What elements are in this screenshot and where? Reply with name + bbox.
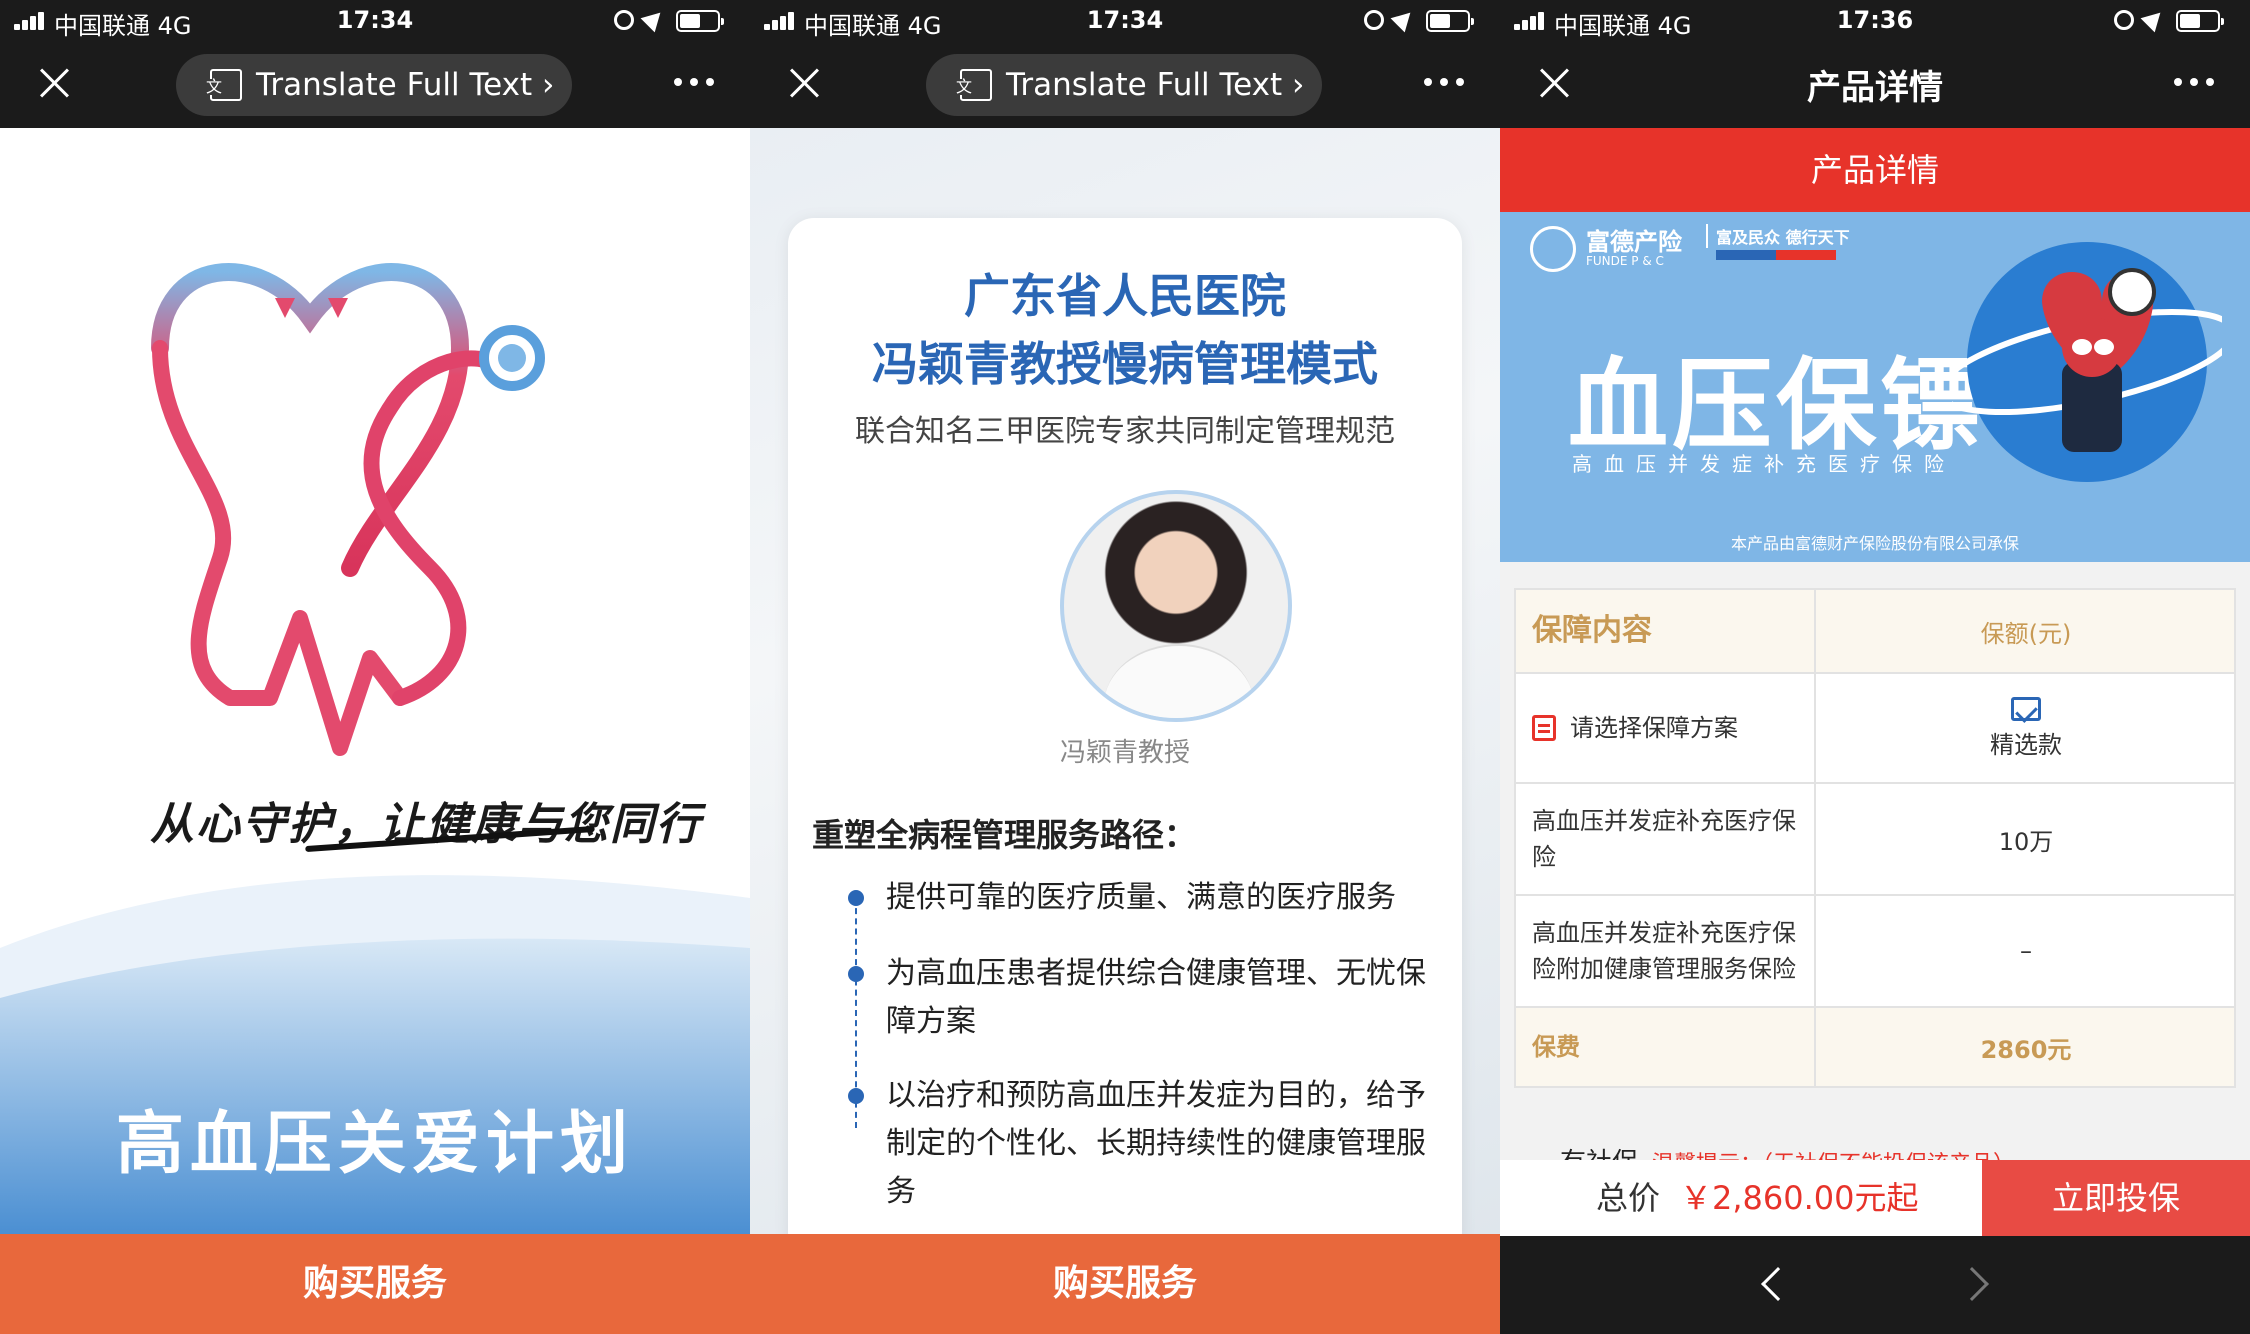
screen-product-detail: 中国联通 4G 17:36 产品详情 产品详情 富德产险 FUNDE P & C… (1500, 0, 2250, 1334)
calendar-icon (1532, 715, 1556, 741)
rotation-lock-icon (614, 10, 634, 30)
fee-label: 保费 (1516, 1008, 1816, 1086)
nav-title: 产品详情 (1807, 68, 1943, 108)
table-row[interactable]: 请选择保障方案 精选款 (1516, 674, 2234, 784)
card-subtitle: 联合知名三甲医院专家共同制定管理规范 (855, 414, 1395, 449)
translate-button[interactable]: Translate Full Text › (176, 54, 572, 116)
brand-name: 富德产险 (1586, 228, 1682, 256)
brand-subname: FUNDE P & C (1586, 254, 1664, 268)
status-bar: 中国联通 4G 17:36 (1500, 0, 2250, 40)
brand-slogan: 富及民众 德行天下 (1706, 224, 1850, 248)
brand-logo-icon (1530, 226, 1576, 272)
more-icon[interactable] (1424, 78, 1464, 88)
page-content: 从心守护，让健康与您同行 高血压关爱计划 (0, 128, 750, 1234)
location-icon (1390, 5, 1418, 33)
battery-icon (676, 10, 724, 32)
fee-row: 保费 2860元 (1516, 1008, 2234, 1086)
banner-note: 本产品由富德财产保险股份有限公司承保 (1730, 534, 2019, 553)
translate-label: Translate Full Text › (256, 67, 555, 103)
total-label: 总价 (1596, 1179, 1661, 1217)
buy-service-button[interactable]: 购买服务 (750, 1234, 1500, 1334)
rotation-lock-icon (2114, 10, 2134, 30)
insure-now-button[interactable]: 立即投保 (1982, 1160, 2250, 1236)
list-item: 以治疗和预防高血压并发症为目的，给予制定的个性化、长期持续性的健康管理服务 (886, 1078, 1426, 1209)
rotation-lock-icon (1364, 10, 1384, 30)
battery-icon (2176, 10, 2224, 32)
list-item: 为高血压患者提供综合健康管理、无忧保障方案 (886, 956, 1426, 1039)
table-header-cell: 保障内容 (1516, 590, 1816, 672)
bullet-dot (848, 890, 864, 906)
total-price: ￥2,860.00元起 (1680, 1179, 1919, 1217)
translate-button[interactable]: Translate Full Text › (926, 54, 1322, 116)
translate-label: Translate Full Text › (1006, 67, 1305, 103)
expert-card: 广东省人民医院 冯颖青教授慢病管理模式 联合知名三甲医院专家共同制定管理规范 冯… (788, 218, 1462, 1258)
brand-stripe (1716, 250, 1836, 260)
checkout-bar: 总价 ￥2,860.00元起 立即投保 (1500, 1160, 2250, 1236)
forward-arrow-icon[interactable] (1955, 1267, 1989, 1301)
location-icon (2140, 5, 2168, 33)
top-bar: 中国联通 4G 17:36 产品详情 (1500, 0, 2250, 128)
status-bar: 中国联通 4G 17:34 (0, 0, 750, 40)
screen-care-plan: 中国联通 4G 17:34 Translate Full Text › (0, 0, 750, 1334)
bullet-dot (848, 1088, 864, 1104)
nav-bar: 产品详情 (1500, 40, 2250, 128)
table-header-cell: 保额(元) (1980, 619, 2072, 648)
location-icon (640, 5, 668, 33)
model-title: 冯颖青教授慢病管理模式 (872, 337, 1378, 391)
plan-select-cell[interactable]: 请选择保障方案 (1516, 674, 1816, 782)
table-header-row: 保障内容 保额(元) (1516, 590, 2234, 674)
top-bar: 中国联通 4G 17:34 Translate Full Text › (750, 0, 1500, 128)
doctor-name: 冯颖青教授 (1059, 738, 1190, 768)
table-cell: 10万 (1998, 827, 2054, 856)
table-cell: 高血压并发症补充医疗保险 (1516, 784, 1816, 894)
heart-mascot-icon (1952, 242, 2222, 482)
nav-bar: Translate Full Text › (0, 40, 750, 128)
nav-bar: Translate Full Text › (750, 40, 1500, 128)
plan-option[interactable]: 精选款 (1818, 674, 2234, 782)
page-title: 高血压关爱计划 (115, 1105, 634, 1184)
more-icon[interactable] (2174, 78, 2214, 88)
browser-toolbar (1500, 1236, 2250, 1334)
product-banner: 富德产险 FUNDE P & C 富及民众 德行天下 血压保镖 高血压并发症补充… (1500, 212, 2250, 562)
buy-service-button[interactable]: 购买服务 (0, 1234, 750, 1334)
stethoscope-logo-icon (151, 263, 545, 756)
page-content: 广东省人民医院 冯颖青教授慢病管理模式 联合知名三甲医院专家共同制定管理规范 冯… (750, 128, 1500, 1258)
close-icon[interactable] (788, 66, 822, 100)
translate-icon (206, 69, 242, 101)
plan-option-label: 精选款 (1990, 730, 2062, 759)
table-cell: – (2020, 937, 2032, 965)
top-bar: 中国联通 4G 17:34 Translate Full Text › (0, 0, 750, 128)
table-row: 高血压并发症补充医疗保险附加健康管理服务保险 – (1516, 896, 2234, 1008)
section-heading: 重塑全病程管理服务路径： (812, 816, 1197, 854)
status-bar: 中国联通 4G 17:34 (750, 0, 1500, 40)
detail-header: 产品详情 (1500, 128, 2250, 212)
bullet-dot (848, 966, 864, 982)
fee-value: 2860元 (1980, 1035, 2072, 1064)
hospital-title: 广东省人民医院 (964, 269, 1286, 323)
doctor-avatar (1060, 490, 1292, 722)
close-icon[interactable] (38, 66, 72, 100)
table-cell: 高血压并发症补充医疗保险附加健康管理服务保险 (1516, 896, 1816, 1006)
translate-icon (956, 69, 992, 101)
more-icon[interactable] (674, 78, 714, 88)
check-icon (2011, 696, 2041, 721)
banner-subtitle: 高血压并发症补充医疗保险 (1572, 452, 1956, 476)
back-arrow-icon[interactable] (1761, 1267, 1795, 1301)
table-row: 高血压并发症补充医疗保险 10万 (1516, 784, 2234, 896)
plan-select-label: 请选择保障方案 (1570, 714, 1738, 742)
list-item: 提供可靠的医疗质量、满意的医疗服务 (886, 880, 1396, 915)
page-content: 产品详情 富德产险 FUNDE P & C 富及民众 德行天下 血压保镖 高血压… (1500, 128, 2250, 1240)
coverage-table: 保障内容 保额(元) 请选择保障方案 精选款 高血压并发症补充医疗保险 10万 … (1514, 588, 2236, 1088)
screen-expert-intro: 中国联通 4G 17:34 Translate Full Text › 广东省人… (750, 0, 1500, 1334)
battery-icon (1426, 10, 1474, 32)
